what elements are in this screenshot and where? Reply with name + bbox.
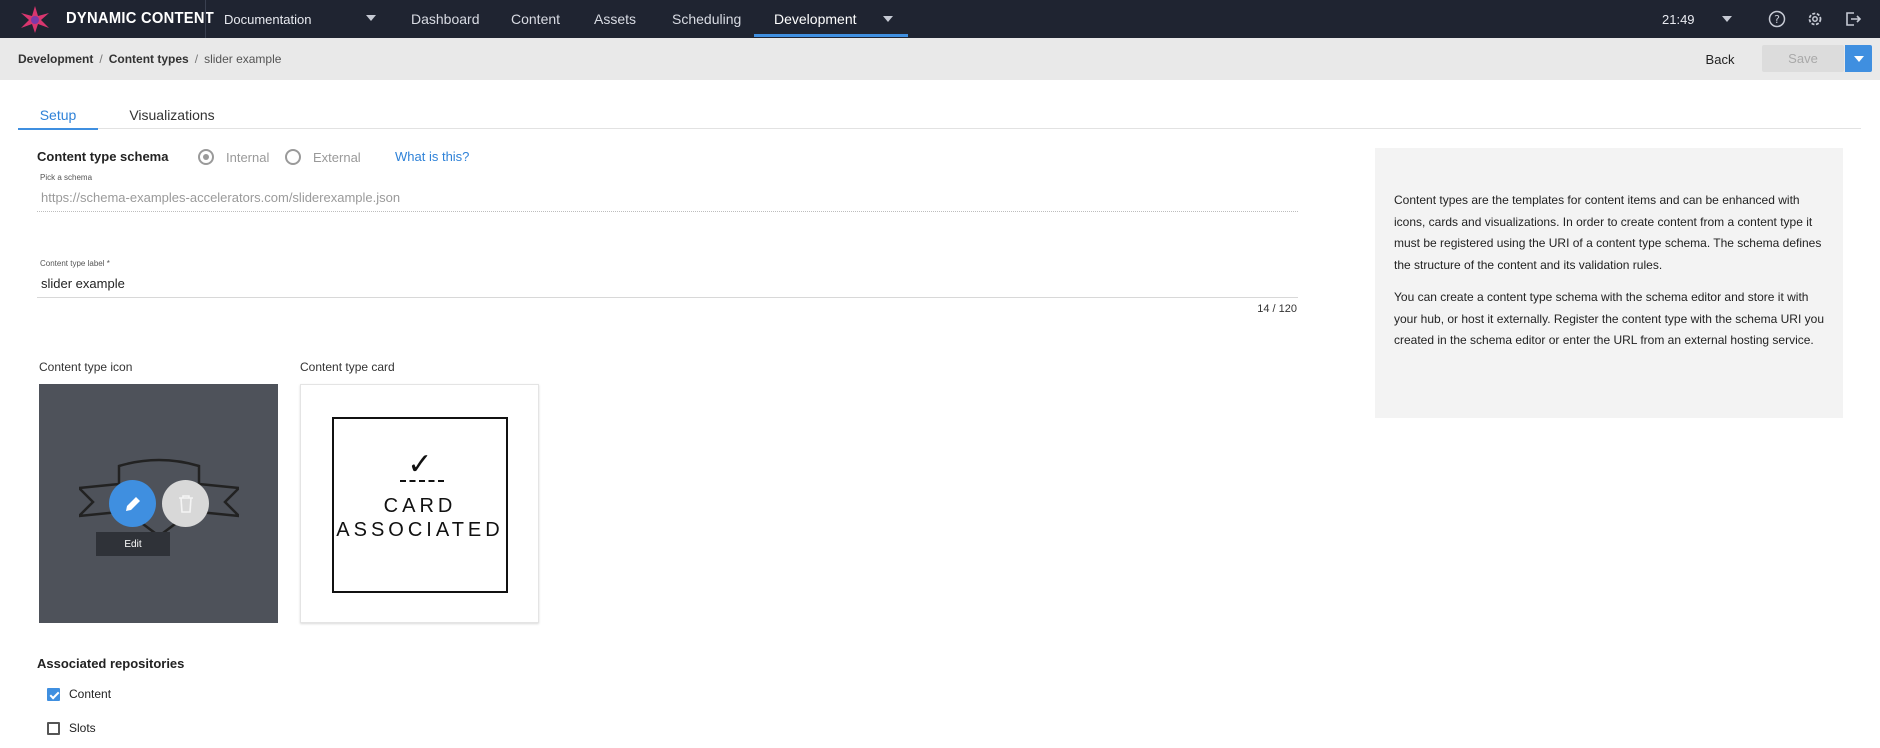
content-type-label-caption: Content type label * xyxy=(40,259,110,268)
help-icon[interactable]: ? xyxy=(1768,10,1786,28)
radio-indicator xyxy=(285,149,301,165)
delete-icon-button[interactable] xyxy=(162,480,209,527)
clock-time: 21:49 xyxy=(1662,11,1695,27)
back-button[interactable]: Back xyxy=(1700,47,1740,71)
radio-internal[interactable]: Internal xyxy=(198,149,269,165)
schema-label: Content type schema xyxy=(37,149,169,164)
schema-uri-field[interactable]: https://schema-examples-accelerators.com… xyxy=(37,184,1298,212)
nav-content[interactable]: Content xyxy=(511,0,560,38)
chevron-down-icon[interactable] xyxy=(1722,16,1732,22)
nav-active-indicator xyxy=(754,34,908,37)
nav-development[interactable]: Development xyxy=(774,0,857,38)
associated-repositories-label: Associated repositories xyxy=(37,656,185,671)
info-paragraph-1: Content types are the templates for cont… xyxy=(1394,193,1822,272)
save-options-dropdown[interactable] xyxy=(1845,45,1872,72)
edit-tooltip: Edit xyxy=(96,532,170,556)
hub-selector[interactable]: Documentation xyxy=(224,0,384,38)
app-logo[interactable]: DYNAMIC CONTENT xyxy=(18,4,227,34)
content-type-label-value: slider example xyxy=(41,276,125,291)
brand-name: DYNAMIC CONTENT xyxy=(66,10,215,27)
logout-icon[interactable] xyxy=(1844,10,1862,28)
repo-content-checkbox[interactable]: Content xyxy=(47,687,111,701)
icon-section-label: Content type icon xyxy=(39,360,133,374)
schema-uri-value: https://schema-examples-accelerators.com… xyxy=(41,190,401,205)
breadcrumb-current: slider example xyxy=(204,52,282,66)
tab-bar: Setup Visualizations xyxy=(18,100,1861,130)
brand-logo-icon xyxy=(21,6,49,33)
content-type-card-preview[interactable]: ✓ CARD ASSOCIATED xyxy=(300,384,539,623)
card-text-line2: ASSOCIATED xyxy=(336,519,504,541)
nav-scheduling[interactable]: Scheduling xyxy=(672,0,741,38)
nav-assets[interactable]: Assets xyxy=(594,0,636,38)
pencil-icon xyxy=(125,496,140,511)
what-is-this-link[interactable]: What is this? xyxy=(395,149,469,164)
character-counter: 14 / 120 xyxy=(1257,303,1297,315)
svg-text:?: ? xyxy=(1774,13,1780,26)
radio-external[interactable]: External xyxy=(285,149,361,165)
nav-dashboard[interactable]: Dashboard xyxy=(411,0,480,38)
checkbox-unchecked xyxy=(47,721,60,735)
gear-icon[interactable] xyxy=(1806,10,1824,28)
info-paragraph-2: You can create a content type schema wit… xyxy=(1394,290,1824,347)
breadcrumb-separator: / xyxy=(99,52,103,66)
chevron-down-icon xyxy=(366,15,376,21)
hub-name: Documentation xyxy=(224,11,312,27)
content-type-icon-preview xyxy=(39,384,278,623)
tab-visualizations[interactable]: Visualizations xyxy=(110,100,234,129)
checkmark-icon: ✓ xyxy=(407,448,433,481)
breadcrumb-development[interactable]: Development xyxy=(18,52,93,66)
top-navigation-bar: DYNAMIC CONTENT Documentation Dashboard … xyxy=(0,0,1880,38)
breadcrumb-separator: / xyxy=(194,52,199,66)
edit-icon-button[interactable] xyxy=(109,480,156,527)
pick-schema-caption: Pick a schema xyxy=(40,173,93,182)
card-frame: ✓ CARD ASSOCIATED xyxy=(332,417,508,593)
repo-slots-label: Slots xyxy=(69,721,96,735)
tab-setup[interactable]: Setup xyxy=(18,100,98,130)
repo-slots-checkbox[interactable]: Slots xyxy=(47,721,96,735)
info-panel: Content types are the templates for cont… xyxy=(1375,148,1843,418)
radio-internal-label: Internal xyxy=(226,149,270,165)
breadcrumb-content-types[interactable]: Content types xyxy=(109,52,189,66)
trash-icon xyxy=(178,494,193,513)
radio-external-label: External xyxy=(313,149,361,165)
radio-indicator xyxy=(198,149,214,165)
card-text-line1: CARD xyxy=(383,495,457,517)
breadcrumb-bar: Development / Content types / slider exa… xyxy=(0,38,1880,80)
nav-divider xyxy=(205,0,206,38)
chevron-down-icon[interactable] xyxy=(883,16,893,22)
card-divider xyxy=(400,480,444,482)
card-section-label: Content type card xyxy=(300,360,395,374)
breadcrumb: Development / Content types / slider exa… xyxy=(18,38,281,80)
checkbox-checked xyxy=(47,687,60,701)
repo-content-label: Content xyxy=(69,687,112,701)
ribbon-badge-icon xyxy=(79,458,239,538)
save-button[interactable]: Save xyxy=(1762,45,1844,72)
content-type-label-input[interactable]: slider example xyxy=(37,270,1298,298)
